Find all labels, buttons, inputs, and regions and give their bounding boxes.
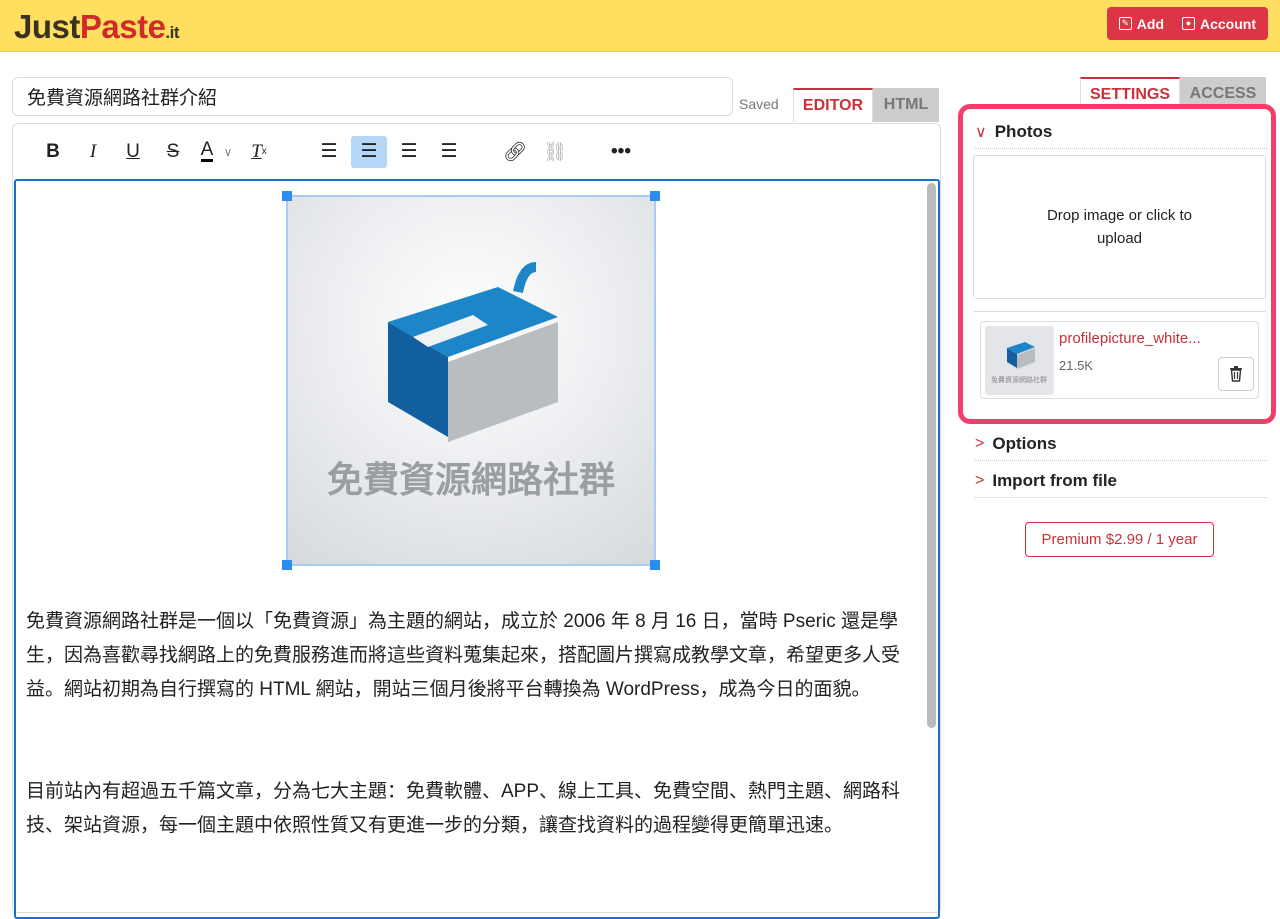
- bold-button[interactable]: B: [35, 136, 71, 168]
- align-right-button[interactable]: ☰: [391, 136, 427, 168]
- resize-handle[interactable]: [650, 560, 660, 570]
- align-center-button[interactable]: ☰: [351, 135, 387, 168]
- account-button[interactable]: ● Account: [1182, 16, 1256, 32]
- saved-status: Saved: [739, 96, 779, 112]
- chevron-down-icon[interactable]: ∨: [219, 136, 237, 168]
- delete-button[interactable]: [1218, 357, 1254, 391]
- file-size: 21.5K: [1059, 358, 1093, 373]
- edit-icon: ✎: [1118, 17, 1132, 30]
- scrollbar[interactable]: [927, 183, 936, 728]
- photos-section-header[interactable]: ∨ Photos: [975, 122, 1267, 149]
- underline-button[interactable]: U: [115, 136, 151, 168]
- image-drop-zone[interactable]: Drop image or click to upload: [973, 155, 1266, 299]
- svg-text:免費資源網路社群: 免費資源網路社群: [327, 459, 615, 500]
- paragraph: 免費資源網路社群是一個以「免費資源」為主題的網站，成立於 2006 年 8 月 …: [26, 611, 901, 700]
- align-left-button[interactable]: ☰: [311, 136, 347, 168]
- chevron-right-icon: >: [975, 472, 985, 489]
- clear-format-button[interactable]: Tx: [241, 136, 277, 168]
- file-item: 免費資源網路社群 profilepicture_white... 21.5K: [980, 321, 1259, 399]
- premium-button[interactable]: Premium $2.99 / 1 year: [1025, 522, 1214, 557]
- community-logo-icon: 免費資源網路社群: [327, 262, 615, 500]
- strikethrough-button[interactable]: S: [155, 136, 191, 168]
- link-icon[interactable]: 🔗︎: [497, 136, 533, 168]
- editor-content[interactable]: 免費資源網路社群 免費資源網路社群是一個以「免費資源」為主題的網站，成立於 20…: [14, 179, 940, 919]
- paragraph: 目前站內有超過五千篇文章，分為七大主題：免費軟體、APP、線上工具、免費空間、熱…: [26, 781, 901, 836]
- svg-text:免費資源網路社群: 免費資源網路社群: [991, 375, 1047, 384]
- resize-handle[interactable]: [282, 191, 292, 201]
- logo[interactable]: JustPaste.it: [14, 8, 180, 46]
- resize-handle[interactable]: [650, 191, 660, 201]
- user-icon: ●: [1182, 17, 1195, 30]
- tab-editor[interactable]: EDITOR: [793, 88, 873, 122]
- options-section-header[interactable]: > Options: [975, 434, 1267, 461]
- file-thumbnail: 免費資源網路社群: [985, 326, 1054, 395]
- header: JustPaste.it ✎ Add ● Account: [0, 0, 1280, 52]
- logo-image[interactable]: 免費資源網路社群: [282, 191, 660, 570]
- unlink-icon[interactable]: ⛓︎: [537, 136, 573, 168]
- header-buttons: ✎ Add ● Account: [1106, 7, 1268, 40]
- editor: B I U S A ∨ Tx ☰ ☰ ☰ ☰ 🔗︎ ⛓︎ ••• 免費資源網路社…: [12, 123, 941, 919]
- trash-icon: [1230, 366, 1242, 382]
- title-input[interactable]: [12, 77, 733, 116]
- tab-html[interactable]: HTML: [873, 88, 939, 122]
- chevron-right-icon: >: [975, 435, 985, 452]
- import-section-header[interactable]: > Import from file: [975, 471, 1267, 498]
- justify-button[interactable]: ☰: [431, 136, 467, 168]
- more-icon[interactable]: •••: [603, 136, 639, 168]
- toolbar: B I U S A ∨ Tx ☰ ☰ ☰ ☰ 🔗︎ ⛓︎ •••: [13, 124, 940, 179]
- text-color-button[interactable]: A: [195, 136, 219, 168]
- file-name[interactable]: profilepicture_white...: [1059, 330, 1201, 347]
- add-button[interactable]: ✎ Add: [1118, 16, 1164, 32]
- italic-button[interactable]: I: [75, 136, 111, 168]
- resize-handle[interactable]: [282, 560, 292, 570]
- chevron-down-icon: ∨: [975, 124, 987, 141]
